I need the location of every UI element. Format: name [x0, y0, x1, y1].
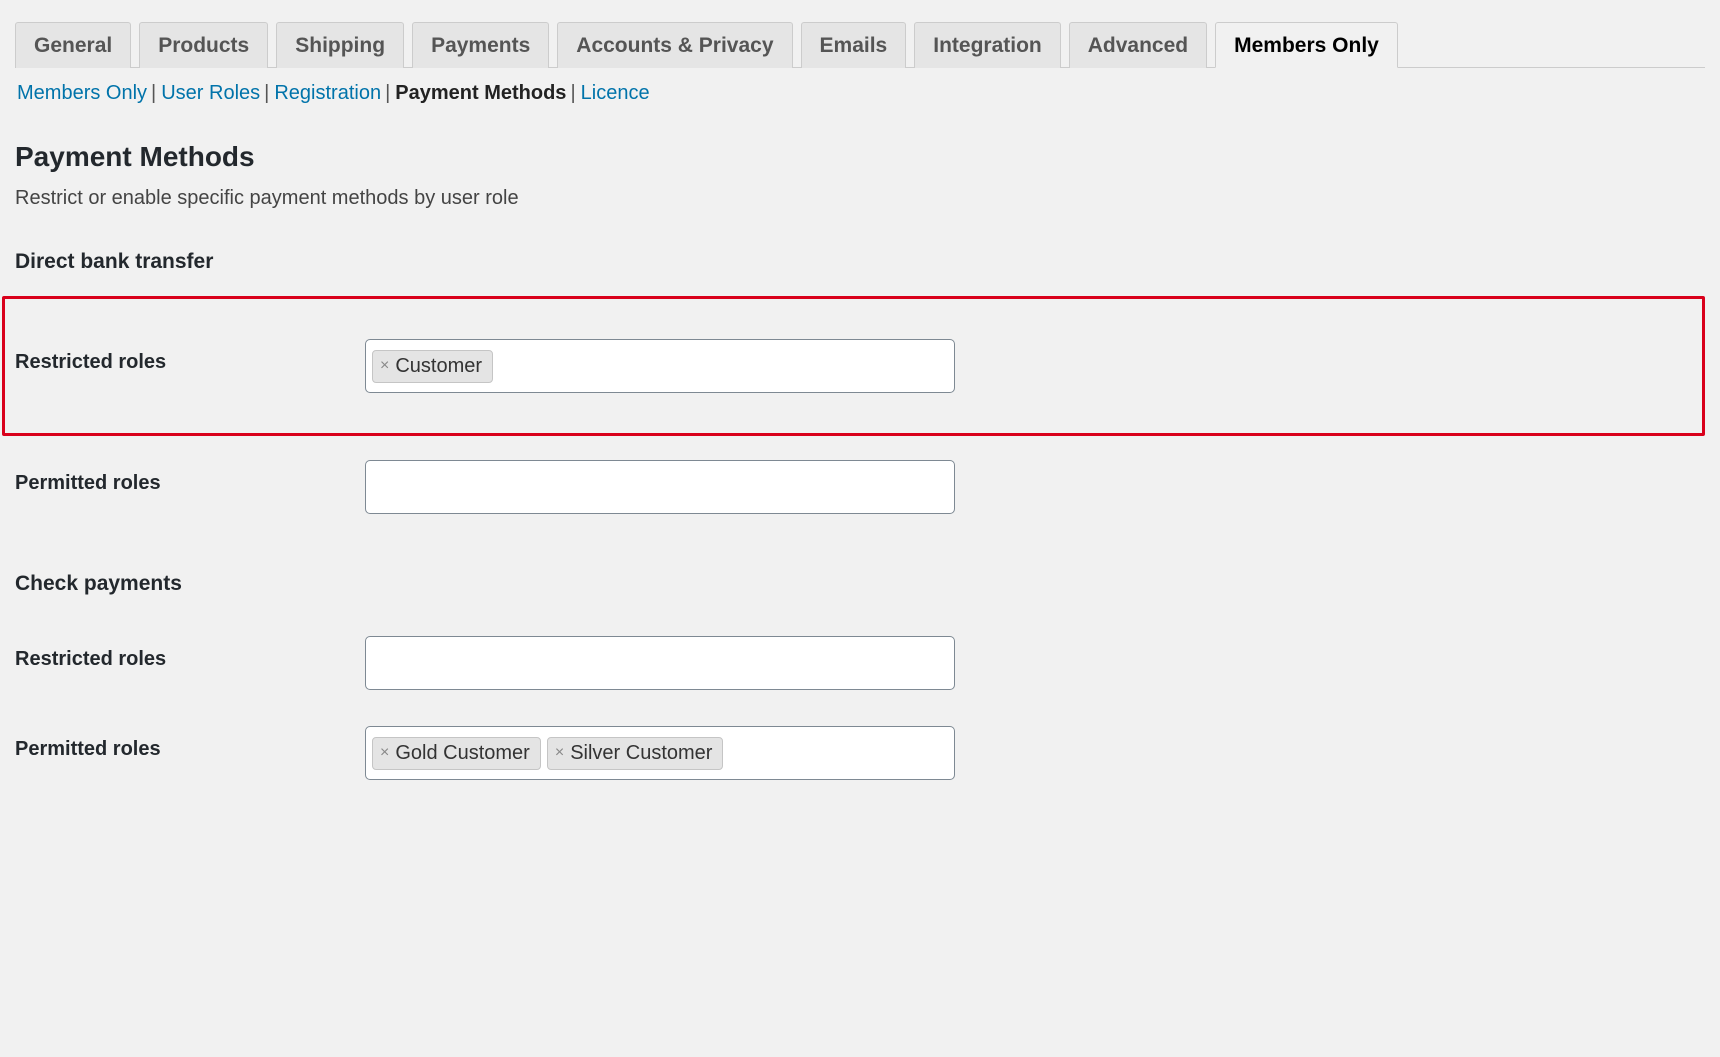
restricted-roles-select[interactable]: × Customer — [365, 339, 955, 393]
subnav-members-only[interactable]: Members Only — [17, 82, 147, 104]
subnav-separator: | — [260, 82, 274, 104]
subnav-payment-methods: Payment Methods — [395, 82, 566, 104]
restricted-roles-row: Restricted roles — [15, 618, 1705, 708]
tab-accounts-privacy[interactable]: Accounts & Privacy — [557, 22, 792, 68]
section-heading: Check payments — [15, 572, 1705, 596]
permitted-roles-tag: × Silver Customer — [547, 737, 724, 770]
tab-advanced[interactable]: Advanced — [1069, 22, 1207, 68]
restricted-roles-label: Restricted roles — [15, 339, 365, 374]
settings-subnav: Members Only|User Roles|Registration|Pay… — [15, 82, 1705, 119]
tab-shipping[interactable]: Shipping — [276, 22, 404, 68]
tab-emails[interactable]: Emails — [801, 22, 907, 68]
tab-payments[interactable]: Payments — [412, 22, 549, 68]
permitted-roles-row: Permitted roles — [15, 442, 1705, 532]
permitted-roles-row: Permitted roles × Gold Customer × Silver Cus… — [15, 708, 1705, 798]
subnav-separator: | — [381, 82, 395, 104]
permitted-roles-label: Permitted roles — [15, 726, 365, 761]
restricted-roles-tag-label: Customer — [395, 355, 482, 378]
restricted-roles-label: Restricted roles — [15, 636, 365, 671]
section-heading: Direct bank transfer — [15, 250, 1705, 274]
permitted-roles-tag: × Gold Customer — [372, 737, 541, 770]
tab-members-only[interactable]: Members Only — [1215, 22, 1398, 68]
subnav-separator: | — [147, 82, 161, 104]
tab-general[interactable]: General — [15, 22, 131, 68]
restricted-roles-row: Restricted roles × Customer — [2, 296, 1705, 436]
tab-products[interactable]: Products — [139, 22, 268, 68]
subnav-licence[interactable]: Licence — [581, 82, 650, 104]
close-icon[interactable]: × — [380, 358, 389, 374]
tab-integration[interactable]: Integration — [914, 22, 1061, 68]
subnav-registration[interactable]: Registration — [274, 82, 381, 104]
subnav-user-roles[interactable]: User Roles — [161, 82, 260, 104]
permitted-roles-tag-label: Silver Customer — [570, 742, 712, 765]
permitted-roles-select[interactable] — [365, 460, 955, 514]
subnav-separator: | — [566, 82, 580, 104]
close-icon[interactable]: × — [555, 745, 564, 761]
page-title: Payment Methods — [15, 141, 1705, 173]
settings-tabs: GeneralProductsShippingPaymentsAccounts … — [15, 22, 1705, 68]
page-description: Restrict or enable specific payment meth… — [15, 187, 1705, 210]
permitted-roles-select[interactable]: × Gold Customer × Silver Customer — [365, 726, 955, 780]
permitted-roles-tag-label: Gold Customer — [395, 742, 530, 765]
permitted-roles-label: Permitted roles — [15, 460, 365, 495]
restricted-roles-tag: × Customer — [372, 350, 493, 383]
close-icon[interactable]: × — [380, 745, 389, 761]
restricted-roles-select[interactable] — [365, 636, 955, 690]
